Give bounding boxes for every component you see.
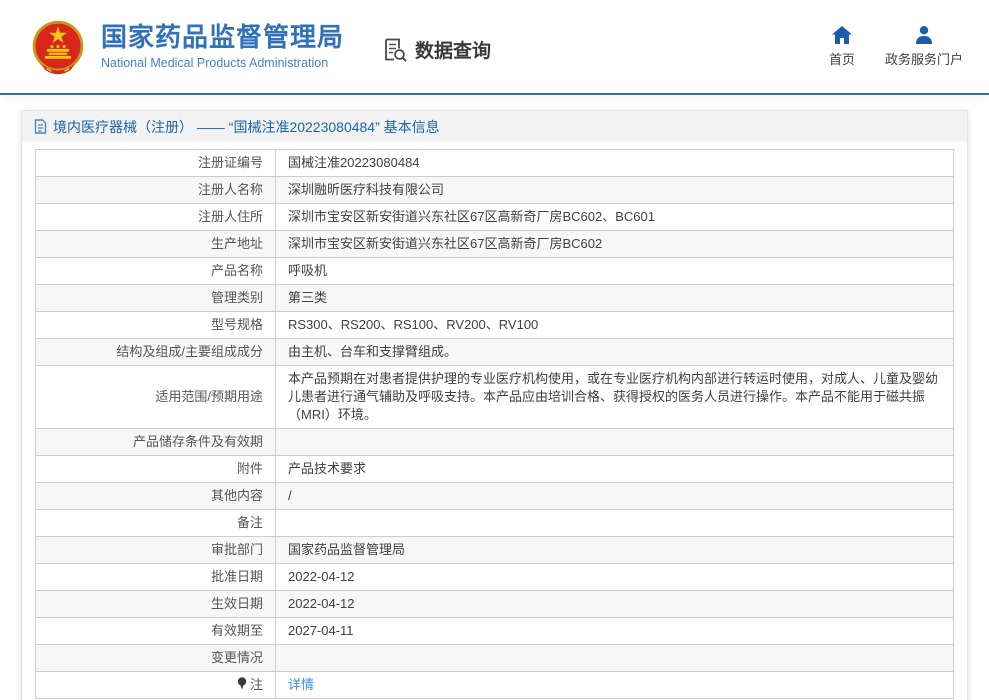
table-row: 适用范围/预期用途本产品预期在对患者提供护理的专业医疗机构使用，或在专业医疗机构… bbox=[36, 366, 954, 429]
row-value bbox=[276, 510, 954, 537]
home-icon bbox=[831, 25, 853, 45]
panel-title-bar: 境内医疗器械（注册） —— “国械注准20223080484” 基本信息 bbox=[22, 111, 967, 142]
nav-home-label: 首页 bbox=[829, 49, 855, 68]
document-icon bbox=[34, 119, 47, 134]
content-panel: 境内医疗器械（注册） —— “国械注准20223080484” 基本信息 注册证… bbox=[21, 110, 968, 700]
row-label: 审批部门 bbox=[36, 537, 276, 564]
row-label: 其他内容 bbox=[36, 483, 276, 510]
row-value: 第三类 bbox=[276, 285, 954, 312]
row-value bbox=[276, 645, 954, 672]
row-value: / bbox=[276, 483, 954, 510]
row-label: 注册证编号 bbox=[36, 150, 276, 177]
row-value: 深圳融昕医疗科技有限公司 bbox=[276, 177, 954, 204]
row-value: RS300、RS200、RS100、RV200、RV100 bbox=[276, 312, 954, 339]
row-label: 有效期至 bbox=[36, 618, 276, 645]
row-value bbox=[276, 429, 954, 456]
info-table: 注册证编号国械注准20223080484注册人名称深圳融昕医疗科技有限公司注册人… bbox=[35, 149, 954, 699]
table-row: 其他内容/ bbox=[36, 483, 954, 510]
row-value: 产品技术要求 bbox=[276, 456, 954, 483]
table-row: 备注 bbox=[36, 510, 954, 537]
table-row: 注册人名称深圳融昕医疗科技有限公司 bbox=[36, 177, 954, 204]
row-value: 国家药品监督管理局 bbox=[276, 537, 954, 564]
data-query-label: 数据查询 bbox=[382, 36, 491, 63]
site-header: 国家药品监督管理局 National Medical Products Admi… bbox=[0, 0, 989, 93]
table-row: 生效日期2022-04-12 bbox=[36, 591, 954, 618]
table-row: 管理类别第三类 bbox=[36, 285, 954, 312]
table-row: 产品储存条件及有效期 bbox=[36, 429, 954, 456]
row-label: 批准日期 bbox=[36, 564, 276, 591]
brand-text: 国家药品监督管理局 National Medical Products Admi… bbox=[101, 23, 344, 70]
row-label: 生产地址 bbox=[36, 231, 276, 258]
row-label: 注 bbox=[36, 672, 276, 699]
table-row: 结构及组成/主要组成成分由主机、台车和支撑臂组成。 bbox=[36, 339, 954, 366]
row-value: 2022-04-12 bbox=[276, 591, 954, 618]
national-emblem-logo bbox=[28, 17, 88, 77]
note-pin-icon bbox=[237, 677, 247, 690]
table-row: 附件产品技术要求 bbox=[36, 456, 954, 483]
row-label: 注册人住所 bbox=[36, 204, 276, 231]
table-row: 注详情 bbox=[36, 672, 954, 699]
row-label: 备注 bbox=[36, 510, 276, 537]
header-divider bbox=[0, 93, 989, 95]
brand: 国家药品监督管理局 National Medical Products Admi… bbox=[28, 17, 344, 77]
nav-gov-portal[interactable]: 政务服务门户 bbox=[885, 25, 963, 68]
row-value: 深圳市宝安区新安街道兴东社区67区高新奇厂房BC602 bbox=[276, 231, 954, 258]
row-value: 2027-04-11 bbox=[276, 618, 954, 645]
row-label: 产品名称 bbox=[36, 258, 276, 285]
row-label: 附件 bbox=[36, 456, 276, 483]
header-nav: 首页 政务服务门户 bbox=[829, 25, 963, 68]
row-value: 国械注准20223080484 bbox=[276, 150, 954, 177]
table-row: 生产地址深圳市宝安区新安街道兴东社区67区高新奇厂房BC602 bbox=[36, 231, 954, 258]
detail-link[interactable]: 详情 bbox=[288, 677, 314, 692]
user-icon bbox=[914, 25, 934, 45]
row-value: 本产品预期在对患者提供护理的专业医疗机构使用，或在专业医疗机构内部进行转运时使用… bbox=[276, 366, 954, 429]
row-label: 产品储存条件及有效期 bbox=[36, 429, 276, 456]
row-label: 型号规格 bbox=[36, 312, 276, 339]
table-row: 批准日期2022-04-12 bbox=[36, 564, 954, 591]
row-value: 由主机、台车和支撑臂组成。 bbox=[276, 339, 954, 366]
page-title: 境内医疗器械（注册） —— “国械注准20223080484” 基本信息 bbox=[53, 117, 440, 137]
row-label: 结构及组成/主要组成成分 bbox=[36, 339, 276, 366]
table-row: 注册人住所深圳市宝安区新安街道兴东社区67区高新奇厂房BC602、BC601 bbox=[36, 204, 954, 231]
row-label: 生效日期 bbox=[36, 591, 276, 618]
document-search-icon bbox=[382, 37, 408, 63]
org-name-en: National Medical Products Administration bbox=[101, 56, 344, 70]
row-label: 管理类别 bbox=[36, 285, 276, 312]
table-row: 审批部门国家药品监督管理局 bbox=[36, 537, 954, 564]
table-row: 有效期至2027-04-11 bbox=[36, 618, 954, 645]
data-query-text: 数据查询 bbox=[415, 36, 491, 63]
row-value: 2022-04-12 bbox=[276, 564, 954, 591]
row-value: 呼吸机 bbox=[276, 258, 954, 285]
row-value: 详情 bbox=[276, 672, 954, 699]
table-row: 产品名称呼吸机 bbox=[36, 258, 954, 285]
nav-home[interactable]: 首页 bbox=[829, 25, 855, 68]
row-label: 适用范围/预期用途 bbox=[36, 366, 276, 429]
table-row: 型号规格RS300、RS200、RS100、RV200、RV100 bbox=[36, 312, 954, 339]
row-label: 变更情况 bbox=[36, 645, 276, 672]
table-row: 变更情况 bbox=[36, 645, 954, 672]
org-name-zh: 国家药品监督管理局 bbox=[101, 23, 344, 53]
nav-gov-portal-label: 政务服务门户 bbox=[885, 49, 963, 68]
row-value: 深圳市宝安区新安街道兴东社区67区高新奇厂房BC602、BC601 bbox=[276, 204, 954, 231]
table-row: 注册证编号国械注准20223080484 bbox=[36, 150, 954, 177]
row-label: 注册人名称 bbox=[36, 177, 276, 204]
